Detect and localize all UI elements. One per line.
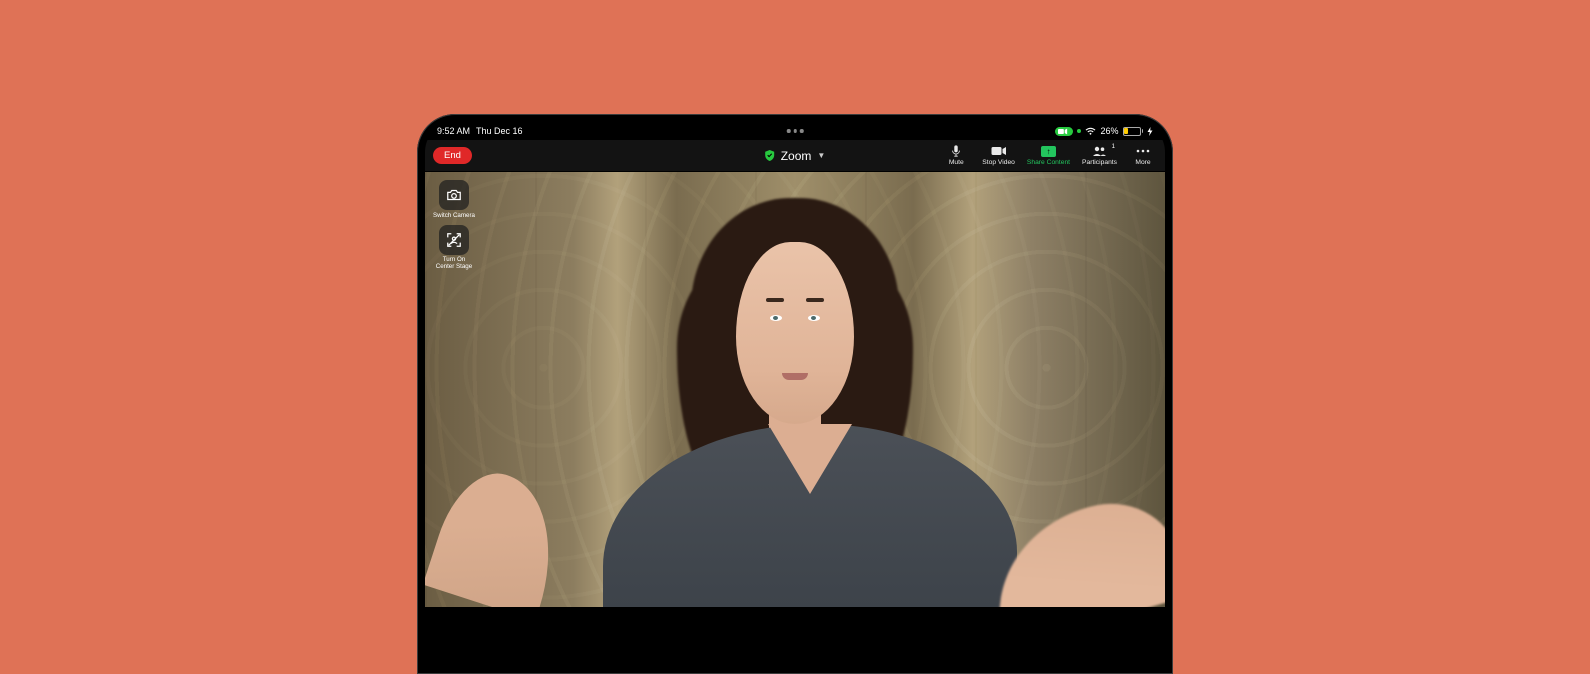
battery-percent: 26% [1100,126,1118,136]
camera-icon [446,187,462,203]
video-area: Switch Camera Turn On Center Stage [425,172,1165,666]
share-content-button[interactable]: ↑ Share Content [1027,145,1070,166]
status-time: 9:52 AM [437,126,470,136]
camera-active-pill[interactable] [1055,127,1073,136]
center-stage-label-2: Center Stage [436,263,472,270]
ipad-device-frame: 9:52 AM Thu Dec 16 26% [417,114,1173,674]
center-stage-icon [446,232,462,248]
mute-label: Mute [949,159,964,166]
share-content-label: Share Content [1027,159,1070,166]
meeting-title-block[interactable]: Zoom ▼ [765,149,826,163]
battery-icon [1123,127,1144,136]
stop-video-button[interactable]: Stop Video [982,145,1015,166]
stop-video-label: Stop Video [982,159,1015,166]
more-icon [1135,145,1151,157]
wifi-icon [1085,127,1096,136]
microphone-icon [948,145,964,157]
multitask-dots[interactable] [787,129,804,133]
video-icon [1058,128,1068,135]
status-left: 9:52 AM Thu Dec 16 [437,126,523,136]
switch-camera-label: Switch Camera [433,212,475,219]
more-button[interactable]: More [1129,145,1157,166]
privacy-dot-icon [1077,129,1081,133]
more-label: More [1135,159,1150,166]
participants-icon [1092,145,1108,157]
ipad-screen: 9:52 AM Thu Dec 16 26% [425,122,1165,666]
status-right: 26% [1055,126,1153,136]
mute-button[interactable]: Mute [942,145,970,166]
center-stage-button[interactable]: Turn On Center Stage [433,225,475,271]
status-bar: 9:52 AM Thu Dec 16 26% [425,122,1165,140]
participants-button[interactable]: 1 Participants [1082,145,1117,166]
switch-camera-button[interactable]: Switch Camera [433,180,475,219]
video-icon [991,145,1007,157]
video-side-buttons: Switch Camera Turn On Center Stage [433,180,475,271]
participants-count: 1 [1112,144,1115,150]
zoom-toolbar: End Zoom ▼ Mute [425,140,1165,172]
self-video-feed [425,172,1165,607]
end-button[interactable]: End [433,147,472,164]
shield-icon [765,150,775,161]
toolbar-controls: Mute Stop Video ↑ Share Content [942,145,1157,166]
app-title: Zoom [781,149,812,163]
share-up-icon: ↑ [1041,146,1056,157]
charging-icon [1147,127,1153,136]
status-date: Thu Dec 16 [476,126,523,136]
participants-label: Participants [1082,159,1117,166]
chevron-down-icon: ▼ [817,151,825,160]
